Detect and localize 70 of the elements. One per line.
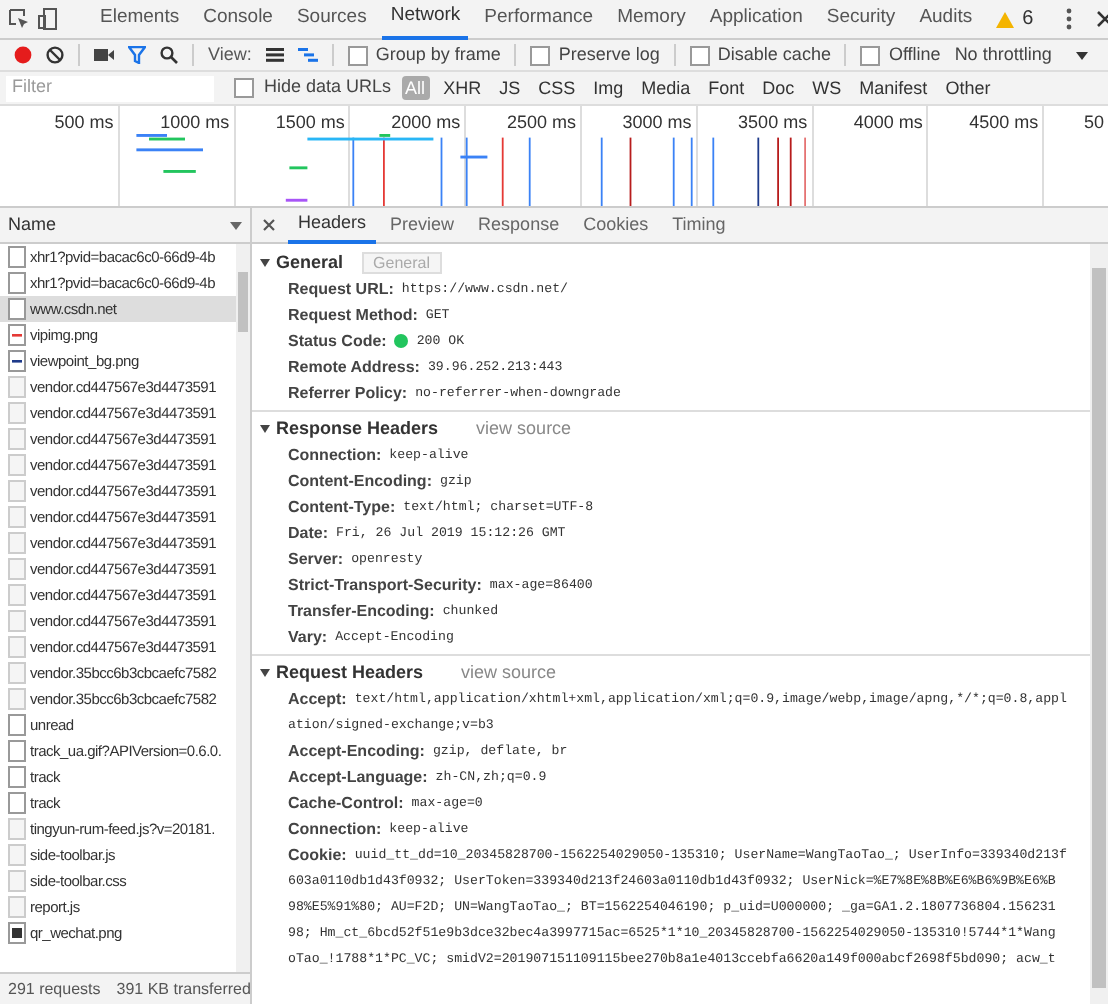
header-name: Date: bbox=[288, 521, 329, 545]
header-name: Connection: bbox=[288, 443, 382, 467]
detail-tab[interactable]: Preview bbox=[380, 207, 465, 243]
header-name: Strict-Transport-Security: bbox=[288, 573, 482, 597]
option-label[interactable]: Offline bbox=[888, 41, 941, 69]
panel-tab[interactable]: Memory bbox=[609, 0, 694, 39]
time-tick-label: 50 bbox=[1083, 110, 1106, 130]
request-count: 291 requests bbox=[8, 977, 101, 1001]
header-name: Status Code: bbox=[288, 329, 387, 353]
header-name: Referrer Policy: bbox=[288, 381, 408, 405]
header-name: Vary: bbox=[288, 625, 328, 649]
header-name: Accept-Language: bbox=[288, 765, 428, 789]
time-tick-label: 4500 ms bbox=[969, 110, 1041, 130]
section-title[interactable]: Response Headers bbox=[276, 415, 439, 443]
section-title[interactable]: General bbox=[276, 249, 344, 277]
time-tick-label: 4000 ms bbox=[853, 110, 925, 130]
header-name: Remote Address: bbox=[288, 355, 420, 379]
type-filter[interactable]: Other bbox=[941, 76, 995, 100]
panel-tab[interactable]: Application bbox=[701, 0, 811, 39]
view-label: View: bbox=[208, 41, 252, 68]
type-filter[interactable]: CSS bbox=[534, 76, 580, 100]
filter-field[interactable]: Filter bbox=[6, 75, 214, 101]
type-filter[interactable]: Img bbox=[589, 76, 628, 100]
type-filter[interactable]: WS bbox=[808, 76, 846, 100]
detail-tab[interactable]: Headers bbox=[288, 207, 377, 243]
type-filter[interactable]: XHR bbox=[439, 76, 486, 100]
type-filter[interactable]: Doc bbox=[758, 76, 799, 100]
panel-tab[interactable]: Audits bbox=[911, 0, 981, 39]
header-name: Request Method: bbox=[288, 303, 418, 327]
time-tick-label: 3500 ms bbox=[738, 110, 810, 130]
option-label[interactable]: Group by frame bbox=[375, 41, 501, 69]
type-filter[interactable]: Manifest bbox=[855, 76, 932, 100]
header-name: Accept-Encoding: bbox=[288, 739, 425, 763]
time-tick-label: 500 ms bbox=[54, 110, 116, 130]
type-filter[interactable]: JS bbox=[495, 76, 525, 100]
warning-count[interactable]: 6 bbox=[1022, 4, 1034, 34]
panel-tab[interactable]: Performance bbox=[476, 0, 602, 39]
panel-tab[interactable]: Sources bbox=[288, 0, 375, 39]
header-name: Accept: bbox=[288, 687, 347, 711]
time-tick-label: 1500 ms bbox=[275, 110, 347, 130]
header-name: Content-Type: bbox=[288, 495, 396, 519]
tooltip: General bbox=[361, 252, 442, 274]
option-label[interactable]: Preserve log bbox=[558, 41, 660, 69]
time-tick-label: 2000 ms bbox=[391, 110, 463, 130]
option-label[interactable]: Hide data URLs bbox=[264, 74, 392, 102]
time-tick-label: 1000 ms bbox=[160, 110, 232, 130]
header-name: Content-Encoding: bbox=[288, 469, 432, 493]
time-tick-label: 2500 ms bbox=[506, 110, 578, 130]
panel-tab[interactable]: Elements bbox=[92, 0, 188, 39]
header-name: Connection: bbox=[288, 817, 382, 841]
option-label[interactable]: Disable cache bbox=[717, 41, 831, 69]
header-name: Server: bbox=[288, 547, 344, 571]
header-name: Request URL: bbox=[288, 277, 394, 301]
type-filter[interactable]: Font bbox=[704, 76, 749, 100]
header-name: Cookie: bbox=[288, 843, 347, 867]
transferred-size: 391 KB transferred bbox=[116, 977, 251, 1001]
view-source-link[interactable]: view source bbox=[461, 659, 557, 687]
panel-tab[interactable]: Console bbox=[195, 0, 281, 39]
panel-tab[interactable]: Security bbox=[818, 0, 904, 39]
header-name: Transfer-Encoding: bbox=[288, 599, 435, 623]
time-tick-label: 3000 ms bbox=[622, 110, 694, 130]
header-name: Cache-Control: bbox=[288, 791, 404, 815]
detail-tab[interactable]: Response bbox=[468, 207, 570, 243]
type-filter[interactable]: Media bbox=[637, 76, 695, 100]
detail-tab[interactable]: Cookies bbox=[573, 207, 659, 243]
column-header[interactable]: Name bbox=[8, 211, 57, 239]
view-source-link[interactable]: view source bbox=[476, 415, 572, 443]
detail-tab[interactable]: Timing bbox=[662, 207, 736, 243]
section-title[interactable]: Request Headers bbox=[276, 659, 424, 687]
throttling-dropdown[interactable]: No throttling bbox=[954, 41, 1088, 69]
